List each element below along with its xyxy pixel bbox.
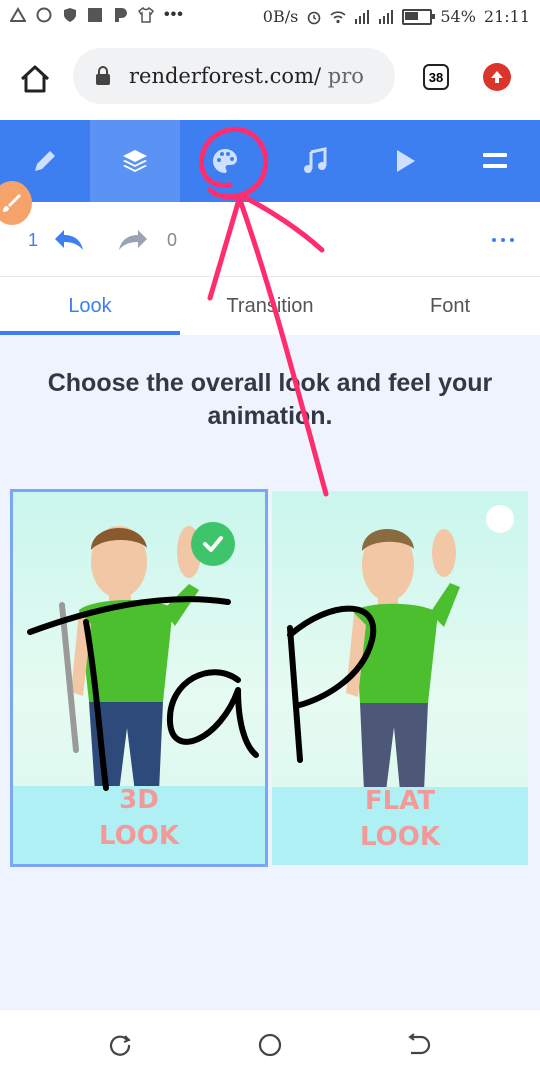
pencil-icon [35, 151, 55, 171]
character-flat-illustration [346, 529, 460, 791]
whatsapp-icon [36, 7, 52, 23]
home-icon[interactable] [18, 62, 52, 96]
app-notification-icon [88, 8, 102, 22]
tab-transition[interactable]: Transition [180, 277, 360, 335]
tool-music[interactable] [270, 120, 360, 202]
recents-icon[interactable] [107, 1032, 133, 1058]
back-icon[interactable] [407, 1032, 433, 1058]
status-bar: ••• 0B/s 54% 21:11 [0, 0, 540, 36]
browser-update-button[interactable] [483, 63, 511, 91]
lock-icon [96, 66, 110, 85]
brush-icon [3, 194, 21, 212]
look-label-line2: LOOK [99, 821, 179, 851]
undo-icon[interactable] [52, 226, 86, 254]
address-bar[interactable]: renderforest.com/ pro [73, 48, 395, 104]
undo-count: 1 [28, 230, 39, 250]
more-options-icon[interactable] [492, 238, 514, 242]
tab-font[interactable]: Font [360, 277, 540, 335]
look-panel: Choose the overall look and feel your an… [0, 335, 540, 1009]
p-app-icon [115, 8, 127, 22]
home-nav-icon[interactable] [257, 1032, 283, 1058]
tab-look[interactable]: Look [0, 277, 180, 335]
redo-count: 0 [167, 230, 178, 250]
more-notifications-icon: ••• [164, 6, 184, 23]
music-icon [304, 147, 327, 173]
url-path: pro [321, 64, 364, 88]
panel-heading: Choose the overall look and feel your an… [47, 369, 493, 430]
editor-toolbar [0, 120, 540, 202]
net-speed: 0B/s [262, 7, 299, 26]
browser-toolbar: renderforest.com/ pro 38 [0, 36, 540, 120]
arrow-up-icon [491, 71, 503, 83]
unselected-radio-icon[interactable] [486, 505, 514, 533]
battery-icon [402, 8, 436, 25]
tab-switcher-button[interactable]: 38 [423, 64, 449, 90]
look-label: FLAT LOOK [272, 783, 528, 855]
redo-icon[interactable] [116, 226, 150, 254]
play-icon [397, 150, 415, 172]
signal-icon [355, 9, 370, 24]
shirt-icon [138, 7, 154, 23]
menu-icon [483, 153, 507, 168]
look-option-3d[interactable]: 3D LOOK [10, 489, 268, 867]
look-label-line2: LOOK [360, 822, 440, 852]
clock: 21:11 [483, 7, 530, 26]
tool-layers[interactable] [90, 120, 180, 202]
shield-icon [64, 8, 76, 22]
look-label-line1: 3D [119, 785, 159, 815]
selected-check-icon [191, 522, 235, 566]
look-tabs: Look Transition Font [0, 277, 540, 335]
layers-icon [123, 150, 147, 172]
drive-icon [10, 7, 26, 22]
url-text[interactable]: renderforest.com/ pro [129, 64, 379, 88]
tool-style[interactable] [180, 120, 270, 202]
look-label-line1: FLAT [364, 786, 436, 816]
tool-menu[interactable] [450, 120, 540, 202]
alarm-icon [308, 11, 321, 24]
battery-percent: 54% [440, 7, 476, 26]
look-label: 3D LOOK [13, 782, 265, 854]
signal-icon-2 [379, 9, 394, 24]
system-nav-bar [0, 1009, 540, 1081]
palette-icon [213, 149, 237, 173]
tool-preview[interactable] [360, 120, 450, 202]
url-domain: renderforest.com/ [129, 64, 322, 88]
wifi-icon [330, 10, 346, 23]
history-bar: 1 0 [0, 202, 540, 277]
look-option-flat[interactable]: FLAT LOOK [272, 491, 528, 865]
